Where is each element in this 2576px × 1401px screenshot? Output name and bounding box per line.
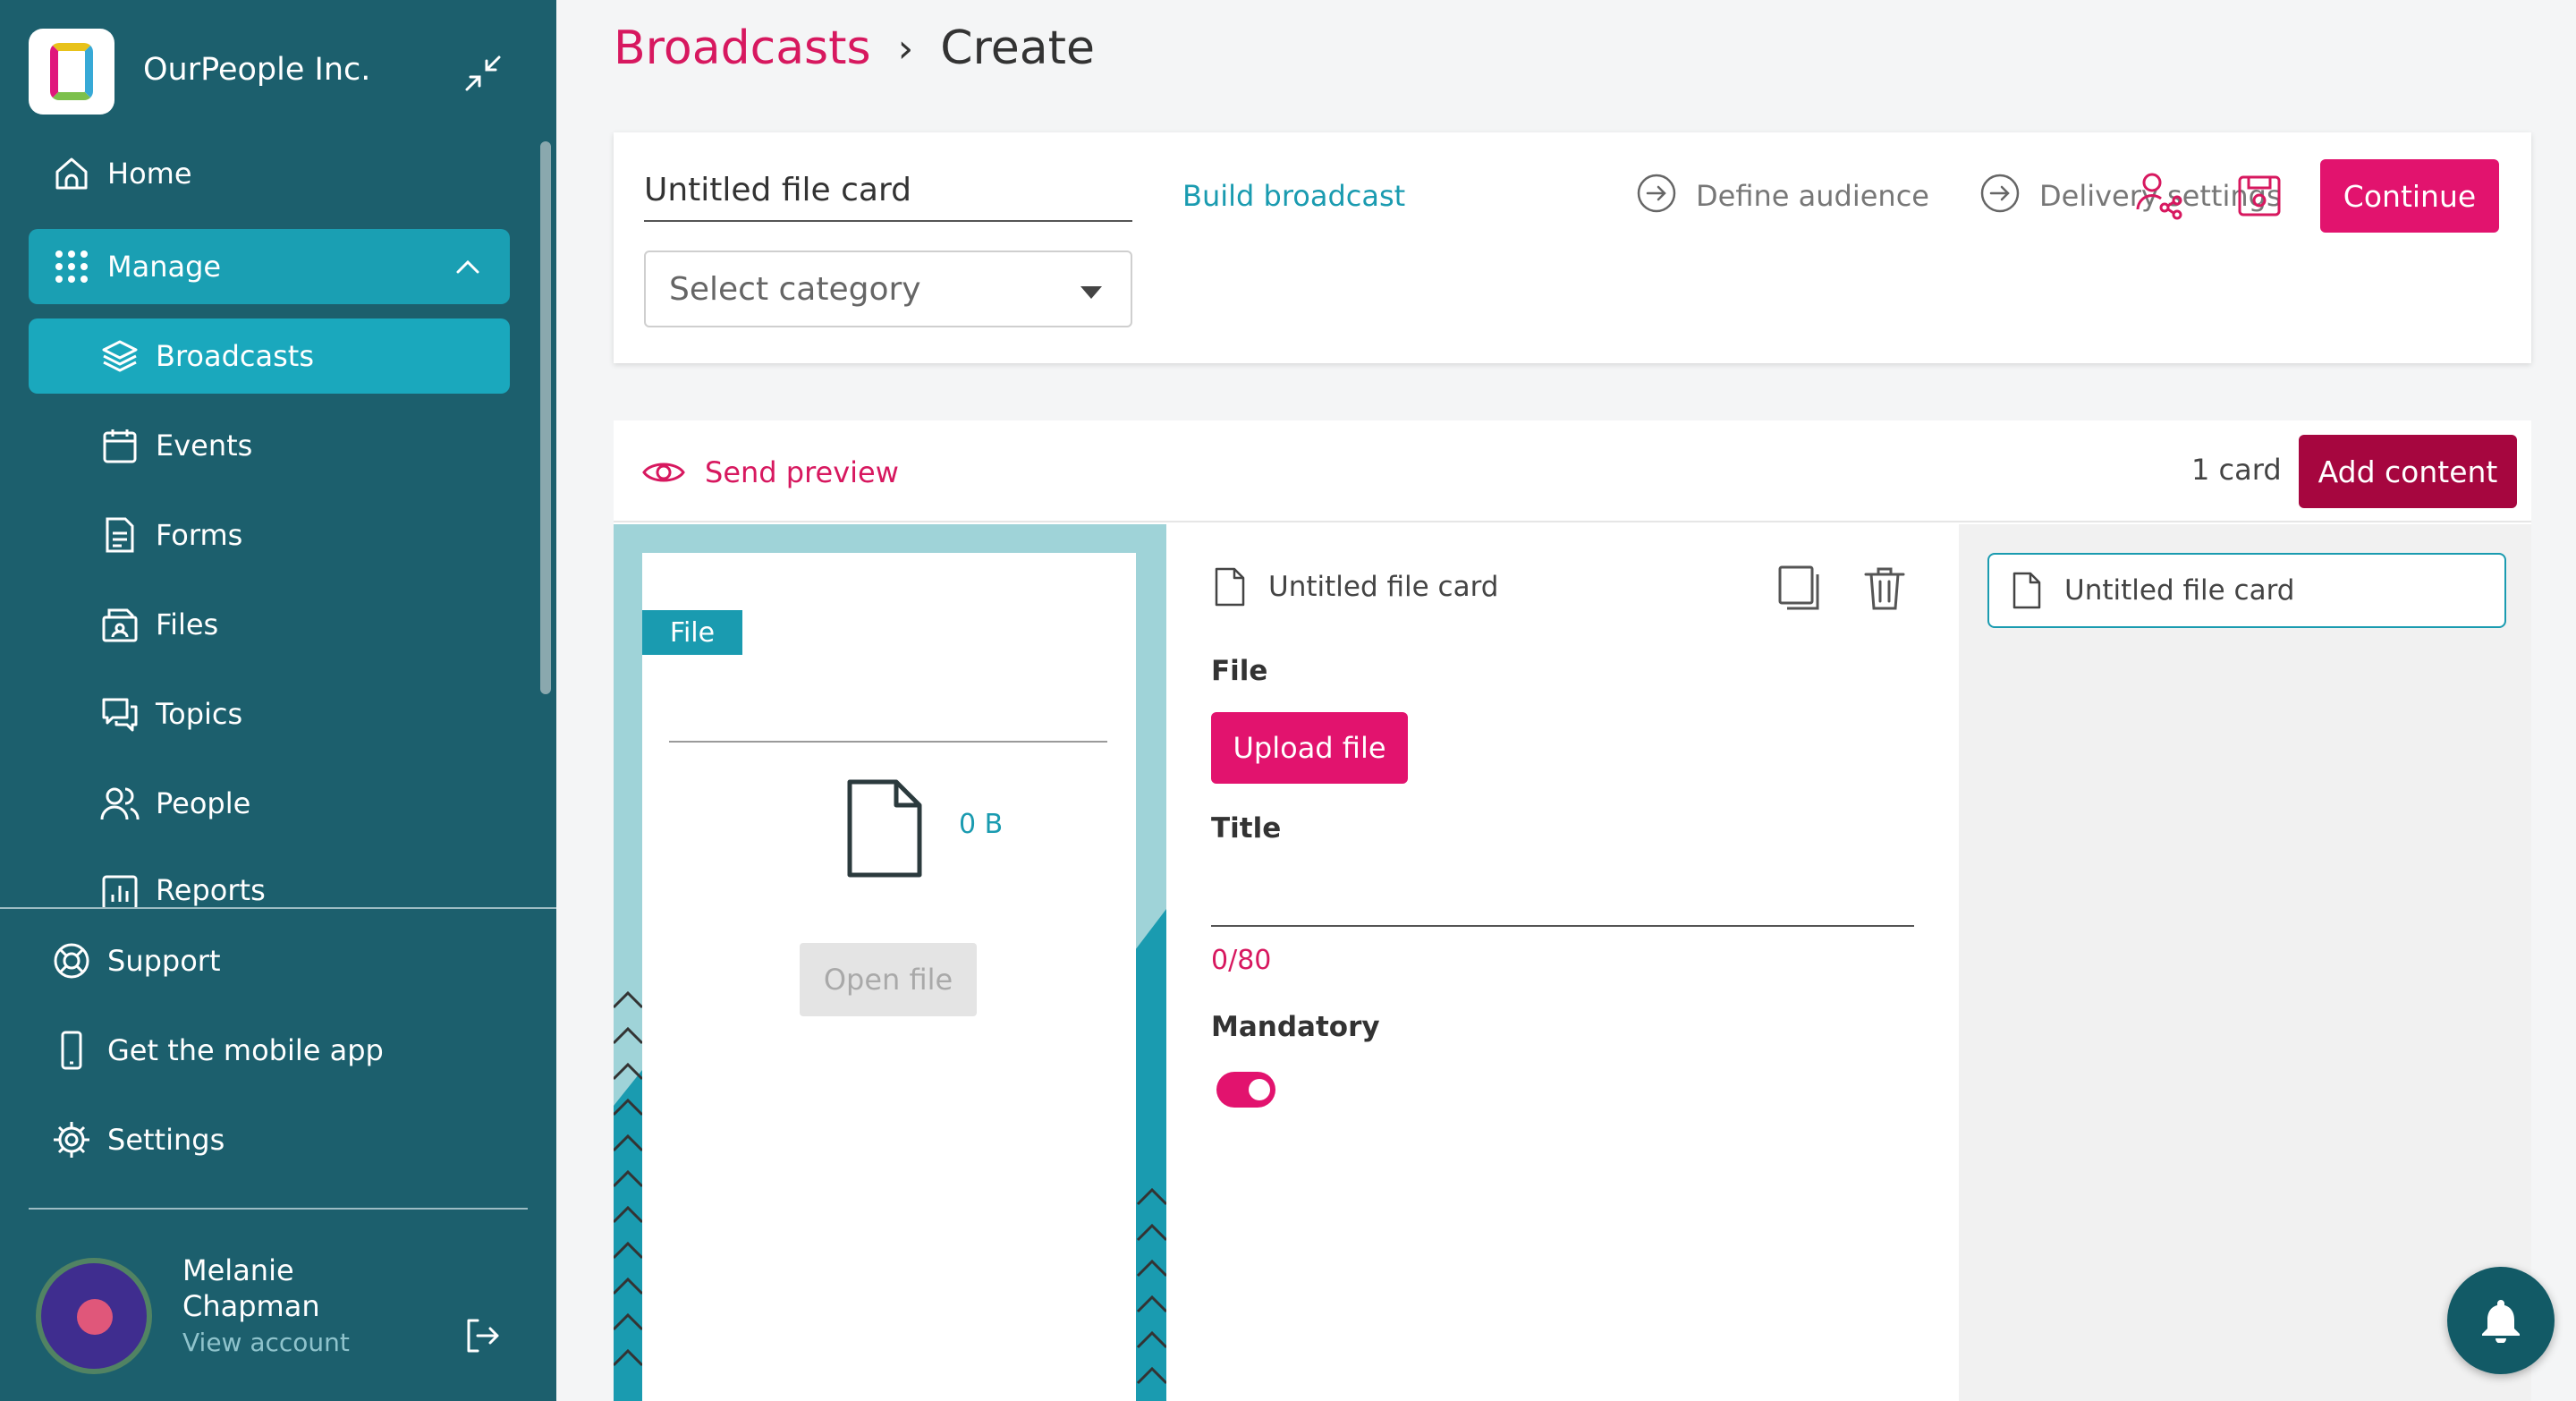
- outline-item-label: Untitled file card: [2064, 574, 2295, 607]
- audience-share-icon[interactable]: [2132, 168, 2186, 222]
- add-content-button[interactable]: Add content: [2299, 435, 2517, 508]
- notifications-button[interactable]: [2447, 1267, 2555, 1374]
- sidebar-item-forms[interactable]: Forms: [29, 497, 510, 573]
- step-define-audience[interactable]: Define audience: [1696, 179, 1929, 213]
- sidebar-divider: [29, 1208, 528, 1210]
- sidebar-scrollbar[interactable]: [540, 141, 551, 694]
- file-size: 0 B: [959, 809, 1004, 840]
- sidebar-item-manage[interactable]: Manage: [29, 229, 510, 304]
- avatar[interactable]: [41, 1263, 147, 1369]
- sidebar-item-files[interactable]: Files: [29, 587, 510, 662]
- sidebar-item-events[interactable]: Events: [29, 408, 510, 483]
- title-label: Title: [1211, 812, 1282, 845]
- eye-icon: [642, 463, 685, 482]
- view-account-link[interactable]: View account: [182, 1328, 350, 1357]
- org-logo: [29, 29, 114, 115]
- card-outline: Untitled file card: [1959, 524, 2531, 1401]
- sidebar-item-reports[interactable]: Reports: [29, 855, 510, 907]
- sidebar-item-label: Forms: [156, 518, 243, 552]
- layers-icon: [102, 340, 138, 372]
- mandatory-label: Mandatory: [1211, 1011, 1380, 1043]
- breadcrumb-broadcasts[interactable]: Broadcasts: [614, 21, 871, 75]
- duplicate-icon[interactable]: [1775, 564, 1823, 612]
- org-name: OurPeople Inc.: [143, 52, 371, 88]
- card-title-label: Untitled file card: [1268, 571, 1499, 603]
- people-icon: [100, 787, 140, 820]
- card-preview: File 0 B Open file: [614, 524, 1166, 1401]
- title-input[interactable]: [1211, 873, 1914, 927]
- sidebar-item-support[interactable]: Support: [29, 923, 510, 998]
- sidebar-item-label: Settings: [107, 1123, 225, 1157]
- reports-icon: [102, 875, 138, 907]
- open-file-button[interactable]: Open file: [800, 943, 977, 1016]
- caret-down-icon: [1080, 286, 1102, 299]
- sidebar-item-people[interactable]: People: [29, 766, 510, 841]
- file-label: File: [1211, 655, 1268, 687]
- card-editor: Untitled file card File Upload file Titl…: [1166, 524, 1959, 1401]
- bell-icon: [2482, 1300, 2520, 1343]
- user-name: Melanie Chapman: [182, 1253, 320, 1323]
- sidebar-item-label: Broadcasts: [156, 339, 314, 373]
- sidebar-item-label: Manage: [107, 250, 222, 284]
- category-select[interactable]: Select category: [644, 250, 1132, 327]
- content-builder: Send preview 1 card Add content File 0 B…: [614, 420, 2531, 1401]
- sidebar-item-mobile-app[interactable]: Get the mobile app: [29, 1013, 510, 1088]
- sidebar-item-settings[interactable]: Settings: [29, 1102, 510, 1177]
- sidebar-item-label: Files: [156, 607, 219, 641]
- files-icon: [102, 608, 138, 642]
- send-preview-label: Send preview: [705, 455, 899, 489]
- collapse-icon[interactable]: [462, 52, 504, 95]
- brand: OurPeople Inc.: [29, 29, 556, 118]
- sidebar-item-label: Events: [156, 429, 253, 463]
- continue-button[interactable]: Continue: [2320, 159, 2499, 233]
- sidebar-item-label: Get the mobile app: [107, 1033, 384, 1067]
- gear-icon: [54, 1122, 89, 1158]
- step-build-broadcast[interactable]: Build broadcast: [1182, 179, 1405, 213]
- sidebar-divider: [0, 907, 556, 909]
- content-header: Send preview 1 card Add content: [614, 420, 2531, 522]
- send-preview-button[interactable]: Send preview: [642, 451, 899, 494]
- breadcrumb: Broadcasts › Create: [614, 21, 1095, 75]
- sidebar-item-label: People: [156, 786, 251, 820]
- broadcast-toolbar: Select category Build broadcast Define a…: [614, 132, 2531, 363]
- file-icon: [847, 779, 922, 878]
- user-account: Melanie Chapman View account: [36, 1252, 537, 1387]
- chevron-right-icon: ›: [897, 25, 914, 72]
- sidebar-item-label: Home: [107, 157, 192, 191]
- broadcast-name-input[interactable]: [644, 159, 1132, 222]
- trash-icon[interactable]: [1860, 564, 1909, 612]
- logout-icon[interactable]: [462, 1315, 503, 1356]
- category-placeholder: Select category: [669, 270, 921, 308]
- calendar-icon: [103, 429, 137, 463]
- file-icon: [2012, 572, 2041, 609]
- file-icon: [1215, 567, 1245, 607]
- arrow-right-circle-icon: [1637, 174, 1676, 213]
- sidebar-item-topics[interactable]: Topics: [29, 676, 510, 751]
- preview-divider: [669, 741, 1107, 743]
- sidebar: OurPeople Inc. Home Manage Broadcasts Ev…: [0, 0, 556, 1401]
- arrow-right-circle-icon: [1980, 174, 2020, 213]
- page-title: Create: [940, 21, 1096, 75]
- chevron-up-icon[interactable]: [453, 252, 483, 283]
- chat-icon: [102, 698, 138, 732]
- outline-card-item[interactable]: Untitled file card: [1987, 553, 2506, 628]
- save-icon[interactable]: [2233, 168, 2286, 222]
- title-char-counter: 0/80: [1211, 945, 1272, 976]
- sidebar-item-label: Reports: [156, 873, 266, 907]
- card-editor-title: Untitled file card: [1211, 567, 1498, 607]
- card-type-tag: File: [642, 610, 742, 655]
- upload-file-button[interactable]: Upload file: [1211, 712, 1408, 784]
- home-icon: [55, 157, 88, 190]
- preview-device: File 0 B Open file: [642, 553, 1136, 1401]
- phone-icon: [61, 1031, 82, 1070]
- sidebar-item-label: Support: [107, 944, 221, 978]
- sidebar-item-broadcasts[interactable]: Broadcasts: [29, 318, 510, 394]
- mandatory-toggle[interactable]: [1216, 1072, 1275, 1108]
- card-count: 1 card: [2191, 453, 2282, 487]
- support-icon: [54, 943, 89, 979]
- grid-icon: [55, 250, 88, 283]
- sidebar-item-home[interactable]: Home: [29, 136, 510, 211]
- form-icon: [106, 517, 134, 553]
- sidebar-item-label: Topics: [156, 697, 243, 731]
